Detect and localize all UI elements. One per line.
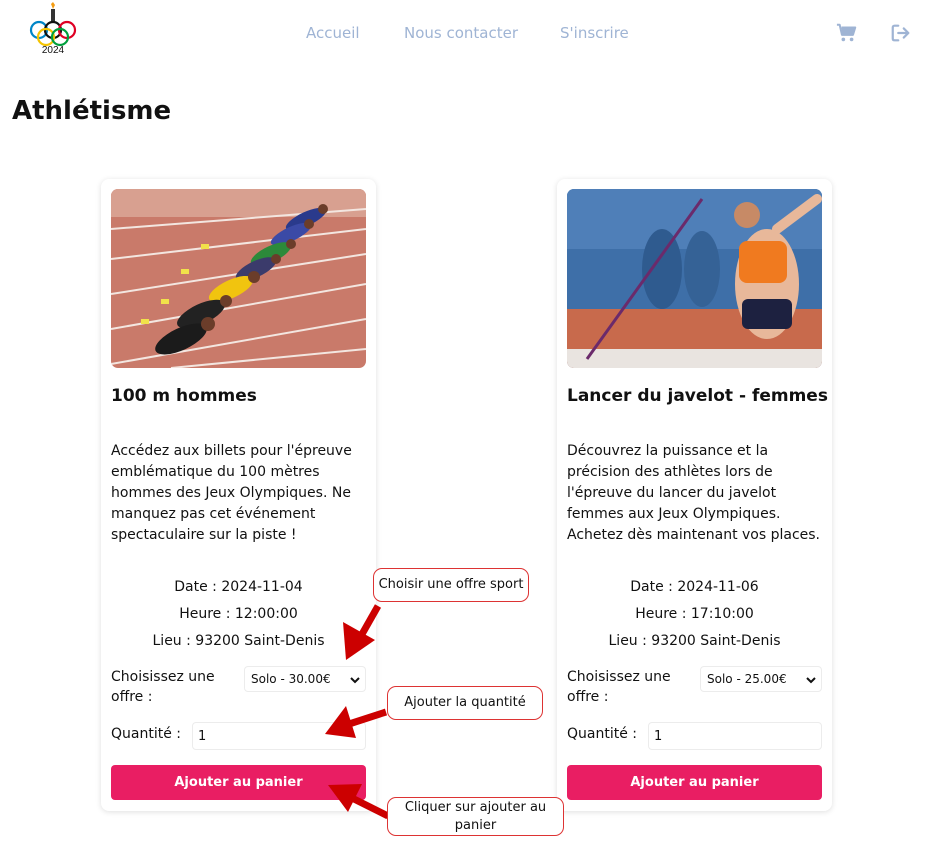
offer-label: Choisissez une offre : — [111, 669, 215, 705]
quantity-label: Quantité : — [111, 726, 181, 742]
annotation-add-quantity: Ajouter la quantité — [387, 686, 543, 720]
javelin-photo — [567, 189, 822, 368]
logo-year: 2024 — [42, 45, 65, 56]
event-card: 100 m hommes Accédez aux billets pour l'… — [101, 179, 376, 811]
quantity-input[interactable]: 1 — [648, 722, 822, 750]
card-description: Découvrez la puissance et la précision d… — [567, 443, 821, 543]
offer-selected-value: Solo - 25.00€ — [707, 672, 787, 686]
card-title: 100 m hommes — [111, 386, 257, 406]
annotation-choose-offer: Choisir une offre sport — [373, 568, 529, 602]
add-to-cart-button[interactable]: Ajouter au panier — [111, 765, 366, 800]
event-date: Date : 2024-11-04 — [174, 579, 303, 595]
annotation-add-to-cart: Cliquer sur ajouter au panier — [387, 797, 564, 836]
offer-select[interactable]: Solo - 25.00€ — [700, 666, 822, 692]
nav-signup-link[interactable]: S'inscrire — [560, 24, 629, 42]
quantity-label: Quantité : — [567, 726, 637, 742]
event-card: Lancer du javelot - femmes Découvrez la … — [557, 179, 832, 811]
event-place: Lieu : 93200 Saint-Denis — [608, 633, 781, 649]
add-to-cart-button[interactable]: Ajouter au panier — [567, 765, 822, 800]
main-nav: Accueil Nous contacter S'inscrire — [0, 24, 935, 46]
event-date: Date : 2024-11-06 — [630, 579, 759, 595]
nav-home-link[interactable]: Accueil — [306, 24, 360, 42]
sprint-photo — [111, 189, 366, 368]
nav-contact-link[interactable]: Nous contacter — [404, 24, 518, 42]
page-title: Athlétisme — [12, 96, 172, 126]
chevron-down-icon — [350, 677, 360, 684]
event-time: Heure : 17:10:00 — [635, 606, 754, 622]
quantity-input[interactable]: 1 — [192, 722, 366, 750]
card-title: Lancer du javelot - femmes — [567, 386, 828, 406]
offer-label: Choisissez une offre : — [567, 669, 671, 705]
event-place: Lieu : 93200 Saint-Denis — [152, 633, 325, 649]
offer-selected-value: Solo - 30.00€ — [251, 672, 331, 686]
card-description: Accédez aux billets pour l'épreuve emblé… — [111, 443, 352, 543]
logout-icon[interactable] — [890, 22, 912, 44]
cart-icon[interactable] — [836, 22, 858, 44]
chevron-down-icon — [806, 677, 816, 684]
event-time: Heure : 12:00:00 — [179, 606, 298, 622]
offer-select[interactable]: Solo - 30.00€ — [244, 666, 366, 692]
